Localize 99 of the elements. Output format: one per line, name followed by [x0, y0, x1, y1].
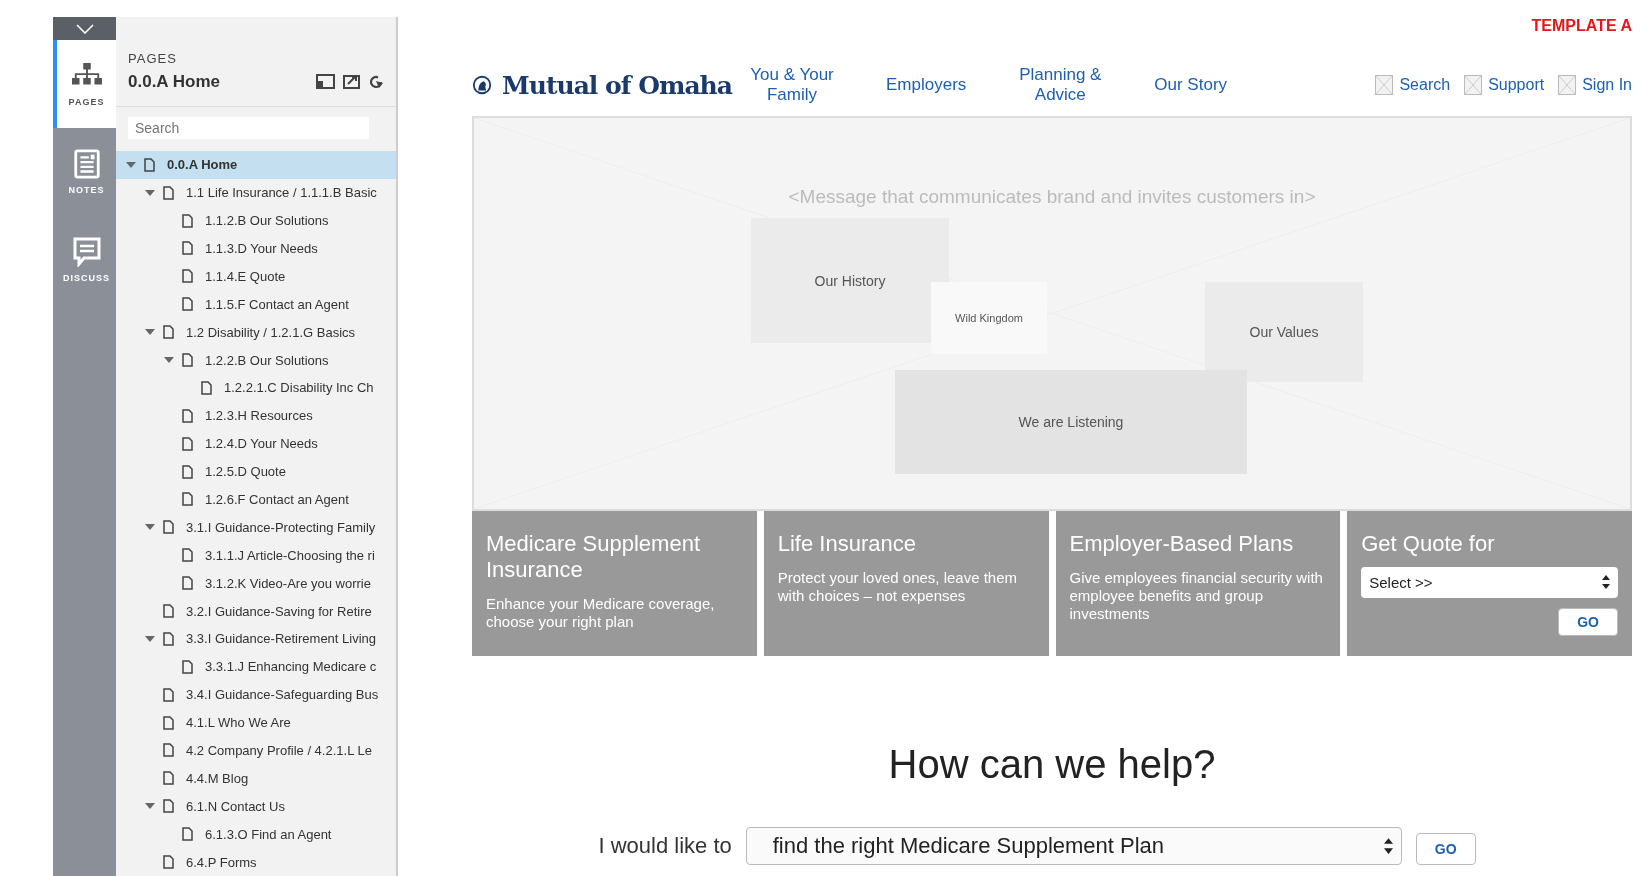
tree-item[interactable]: 1.2.2.B Our Solutions	[116, 346, 396, 374]
tree-item[interactable]: 3.3.1.J Enhancing Medicare c	[116, 652, 396, 681]
placeholder-label: Our History	[814, 272, 886, 289]
hero-message: <Message that communicates brand and invites customers in>	[787, 186, 1317, 208]
prompt-label: I would like to	[598, 833, 732, 859]
tree-item[interactable]: 4.4.M Blog	[116, 764, 396, 793]
tree-item[interactable]: 1.2.3.H Resources	[116, 401, 396, 430]
tree-item[interactable]: 3.1.1.J Article-Choosing the ri	[116, 541, 396, 570]
page-icon	[182, 548, 193, 563]
page-icon	[163, 185, 174, 200]
page-icon	[163, 520, 174, 535]
tree-item[interactable]: 4.2 Company Profile / 4.2.1.L Le	[116, 736, 396, 765]
tree-item[interactable]: 4.1.L Who We Are	[116, 708, 396, 737]
caret-icon[interactable]	[126, 160, 136, 169]
tree-item[interactable]: 1.1.2.B Our Solutions	[116, 206, 396, 235]
quote-select[interactable]: Select >>	[1361, 566, 1618, 598]
placeholder-label: Our Values	[1249, 324, 1319, 340]
refresh-icon[interactable]	[368, 74, 384, 90]
image-placeholder-icon	[1464, 75, 1483, 95]
page-icon	[163, 855, 174, 870]
page-icon	[182, 353, 193, 367]
nav-link[interactable]: Our Story	[1154, 74, 1228, 96]
select-arrows-icon	[1602, 575, 1610, 590]
image-placeholder-icon	[1558, 75, 1577, 95]
page-icon	[163, 325, 174, 340]
page-icon	[163, 687, 174, 702]
nav-link[interactable]: You & Your Family	[742, 64, 842, 106]
tree-item[interactable]: 1.1 Life Insurance / 1.1.1.B Basic	[116, 178, 396, 207]
page-icon	[182, 297, 193, 312]
search-field[interactable]: Search	[128, 117, 369, 139]
nav-link[interactable]: Planning & Advice	[1010, 64, 1111, 106]
tree-item[interactable]: 6.4.P Forms	[116, 848, 396, 876]
tree-item[interactable]: 1.2.2.1.C Disability Inc Ch	[116, 373, 396, 402]
tree-item[interactable]: 1.2.4.D Your Needs	[116, 429, 396, 458]
card-title: Employer-Based Plans	[1069, 531, 1295, 557]
tree-item[interactable]: 1.1.4.E Quote	[116, 262, 396, 291]
utility-link[interactable]: Search	[1399, 76, 1451, 94]
utility-link[interactable]: Support	[1488, 76, 1545, 94]
caret-icon[interactable]	[145, 634, 155, 643]
tree-item[interactable]: 1.2 Disability / 1.2.1.G Basics	[116, 318, 396, 347]
tree-item[interactable]: 1.1.5.F Contact an Agent	[116, 290, 396, 319]
page-icon	[163, 631, 174, 646]
card-text: Enhance your Medicare coverage, choose your right plan	[486, 594, 716, 631]
notes-icon	[71, 149, 102, 179]
go-button[interactable]: GO	[1558, 608, 1618, 636]
page-icon	[163, 771, 174, 786]
page-icon	[163, 715, 174, 730]
speech-bubble-icon	[71, 237, 102, 267]
page-icon	[201, 380, 212, 395]
page-icon	[182, 827, 193, 842]
caret-icon[interactable]	[145, 328, 155, 337]
tree-item[interactable]: 1.1.3.D Your Needs	[116, 234, 396, 263]
section-heading: How can we help?	[887, 742, 1217, 787]
tree-item[interactable]: 0.0.A Home	[116, 150, 396, 179]
page-icon	[182, 241, 193, 256]
nav-link[interactable]: Employers	[886, 74, 967, 96]
chevron-down-icon[interactable]	[75, 23, 94, 34]
help-select[interactable]: find the right Medicare Supplement Plan	[745, 827, 1402, 865]
tree-item[interactable]: 6.1.N Contact Us	[116, 792, 396, 821]
tree-item[interactable]: 3.1.2.K Video-Are you worrie	[116, 569, 396, 598]
page-icon	[182, 492, 193, 507]
utility-link[interactable]: Sign In	[1582, 76, 1632, 94]
caret-icon[interactable]	[145, 188, 155, 197]
select-arrows-icon	[1383, 836, 1393, 856]
tree-item[interactable]: 1.2.6.F Contact an Agent	[116, 485, 396, 514]
page-icon	[182, 659, 193, 674]
page-icon	[182, 576, 193, 591]
panel-heading: PAGES	[128, 51, 178, 66]
rail-tab[interactable]: PAGES	[53, 40, 116, 128]
card-text: Protect your loved ones, leave them with choices – not expenses	[777, 568, 1019, 605]
logo-wordmark[interactable]: Mutual of Omaha	[502, 70, 732, 100]
go-button[interactable]: GO	[1415, 833, 1476, 865]
page-icon	[163, 743, 174, 758]
tree-item[interactable]: 3.3.I Guidance-Retirement Living	[116, 625, 396, 653]
page-icon	[182, 408, 193, 423]
card-text: Give employees financial security with employee benefits and group investments	[1069, 568, 1324, 623]
placeholder-label: Wild Kingdom	[955, 312, 1023, 324]
page-icon	[144, 157, 155, 172]
caret-icon[interactable]	[145, 802, 155, 811]
image-placeholder-icon	[1375, 75, 1394, 95]
page-icon	[163, 604, 174, 619]
tree-item[interactable]: 3.1.I Guidance-Protecting Family	[116, 513, 396, 542]
card-title: Medicare Supplement Insurance	[486, 531, 701, 583]
card-title: Life Insurance	[777, 531, 917, 557]
tree-item[interactable]: 1.2.5.D Quote	[116, 457, 396, 486]
caret-icon[interactable]	[164, 356, 174, 364]
page-title: 0.0.A Home	[128, 72, 220, 91]
page-icon	[182, 464, 193, 479]
page-icon	[182, 436, 193, 451]
tree-item[interactable]: 3.4.I Guidance-Safeguarding Bus	[116, 680, 396, 709]
page-icon	[182, 269, 193, 284]
template-label: TEMPLATE A	[1531, 17, 1632, 35]
caret-icon[interactable]	[145, 523, 155, 532]
card-title: Get Quote for	[1361, 531, 1496, 557]
tree-item[interactable]: 6.1.3.O Find an Agent	[116, 820, 396, 849]
placeholder-label: We are Listening	[1018, 414, 1124, 430]
tree-item[interactable]: 3.2.I Guidance-Saving for Retire	[116, 597, 396, 625]
page-icon	[163, 799, 174, 814]
page-icon	[182, 213, 193, 228]
